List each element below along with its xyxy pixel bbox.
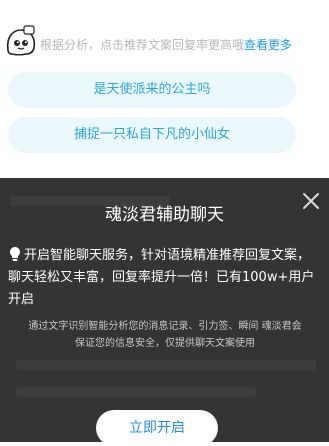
see-more-link[interactable]: 查看更多 xyxy=(244,38,292,52)
dialog-title: 魂淡君辅助聊天 xyxy=(105,205,224,225)
hint-row: 根据分析，点击推荐文案回复率更高哦查看更多 xyxy=(4,24,329,64)
hint-text: 根据分析，点击推荐文案回复率更高哦查看更多 xyxy=(40,36,292,53)
suggestion-2[interactable]: 捕捉一只私自下凡的小仙女 xyxy=(8,117,296,153)
dialog-description: 开启智能聊天服务，针对语境精准推荐回复文案，聊天轻松又丰富，回复率提升一倍！已有… xyxy=(8,248,315,307)
close-icon[interactable] xyxy=(300,190,322,212)
privacy-note: 通过文字识别智能分析您的消息记录、引力签、瞬间 魂淡君会保证您的信息安全，仅提供… xyxy=(28,321,302,349)
chat-suggestions-panel: 根据分析，点击推荐文案回复率更高哦查看更多 是天使派来的公主吗 捕捉一只私自下凡… xyxy=(0,0,329,178)
dialog-description-row: 开启智能聊天服务，针对语境精准推荐回复文案，聊天轻松又丰富，回复率提升一倍！已有… xyxy=(8,245,320,311)
hint-prefix: 根据分析，点击推荐文案回复率更高哦 xyxy=(40,38,245,52)
enable-now-button[interactable]: 立即开启 xyxy=(96,410,218,446)
lightbulb-icon xyxy=(10,247,20,261)
ghost-mascot-icon xyxy=(6,25,36,56)
suggestion-1[interactable]: 是天使派来的公主吗 xyxy=(8,72,296,108)
